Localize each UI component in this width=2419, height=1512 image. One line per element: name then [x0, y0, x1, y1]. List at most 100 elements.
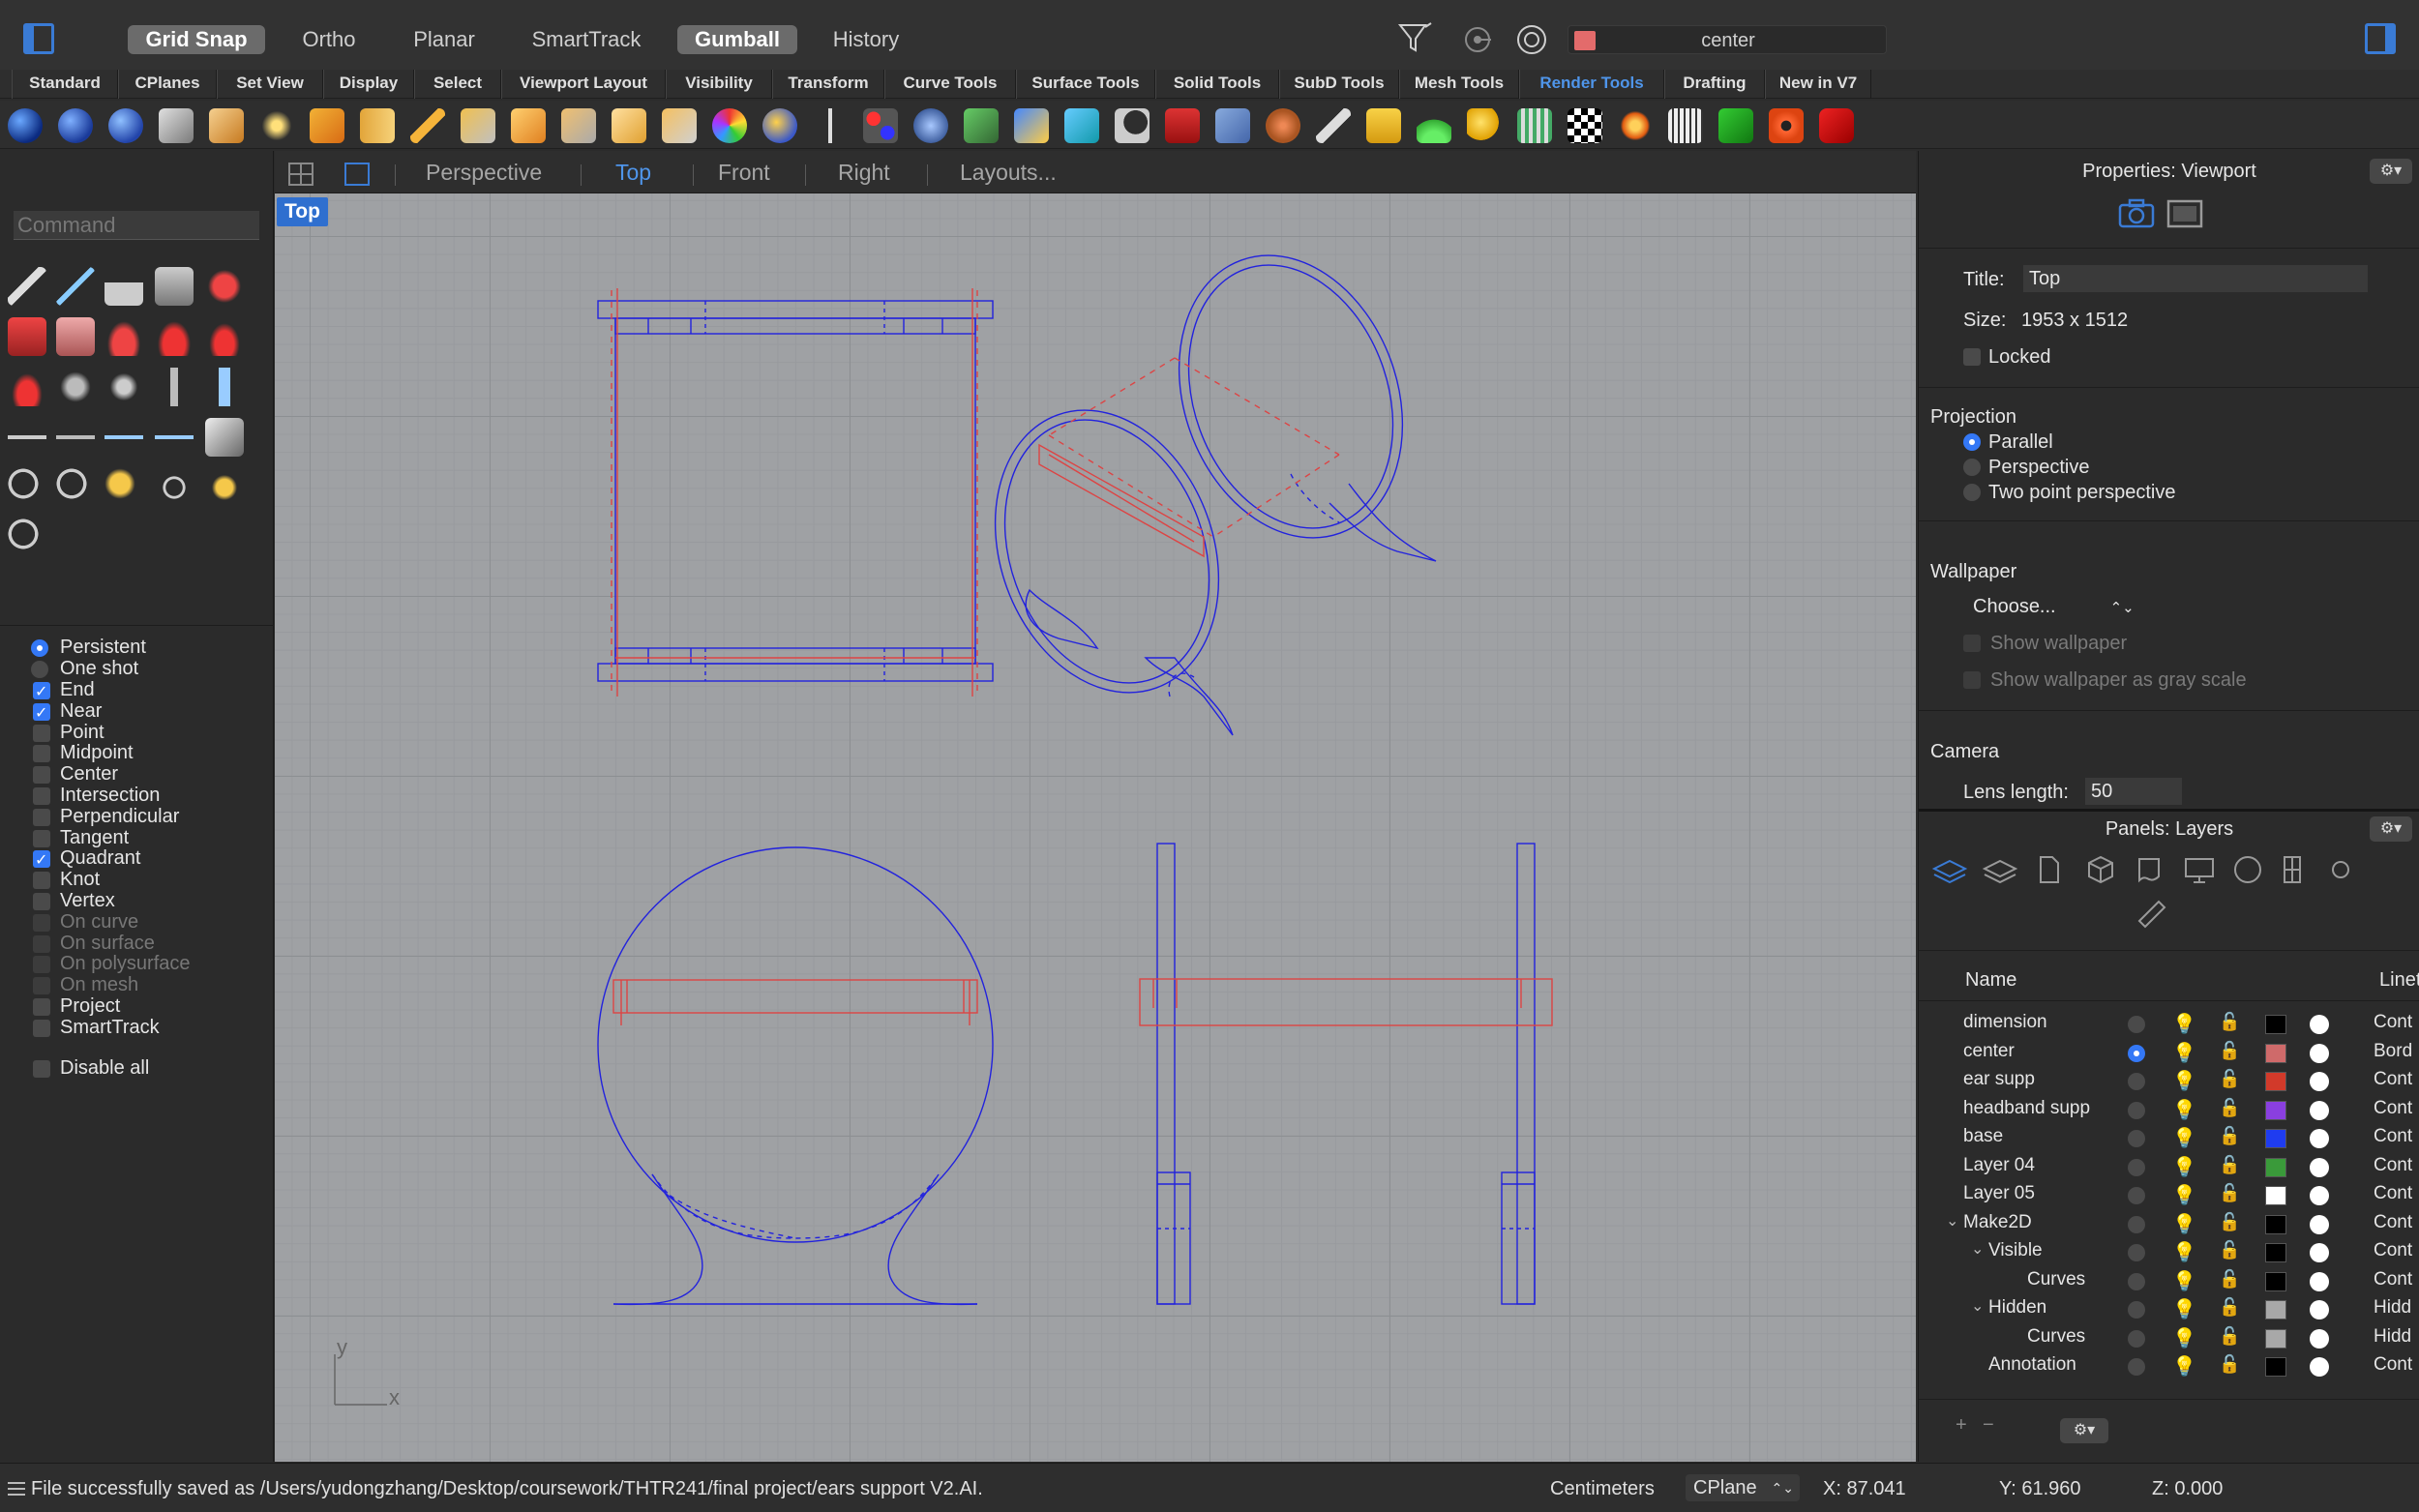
moon-icon[interactable] [1115, 108, 1150, 143]
wallpaper-choose-dropdown[interactable]: Choose... ⌃⌄ [1973, 596, 2135, 618]
materials-icon[interactable] [762, 108, 797, 143]
arrow-up-icon[interactable] [813, 108, 848, 143]
lens-length-field[interactable] [2085, 778, 2182, 805]
material-swatch-icon[interactable] [2310, 1300, 2329, 1319]
zoom-2d-icon[interactable] [105, 368, 143, 406]
lightbulb-icon[interactable]: 💡 [2172, 1098, 2196, 1122]
directional-light-icon[interactable] [310, 108, 344, 143]
lightbulb-icon[interactable]: 💡 [2172, 1126, 2196, 1150]
layer-name[interactable]: Annotation [1988, 1354, 2076, 1376]
unlock-icon[interactable]: 🔓 [2219, 1155, 2240, 1175]
drawing-canvas[interactable] [275, 193, 1916, 1462]
layer-name[interactable]: headband supp [1963, 1098, 2090, 1119]
layer-name[interactable]: Visible [1988, 1240, 2043, 1261]
layer-color-swatch[interactable] [2265, 1129, 2286, 1148]
render-icon[interactable] [8, 108, 43, 143]
render-settings-icon[interactable] [1819, 108, 1854, 143]
lightbulb-icon[interactable]: 💡 [2172, 1212, 2196, 1236]
layer-color-swatch[interactable] [2265, 1100, 2286, 1120]
units-label[interactable]: Centimeters [1550, 1478, 1655, 1500]
tab-perspective[interactable]: Perspective [426, 157, 542, 188]
tab-set-view[interactable]: Set View [217, 70, 323, 99]
current-layer-radio[interactable] [2128, 1215, 2145, 1233]
current-layer-radio[interactable] [2128, 1073, 2145, 1090]
unlock-icon[interactable]: 🔓 [2219, 1183, 2240, 1203]
texture-mapping-icon[interactable] [863, 108, 898, 143]
show-wallpaper-checkbox[interactable]: Show wallpaper [1963, 633, 2127, 655]
decal-icon[interactable] [913, 108, 948, 143]
layer-color-swatch[interactable] [2265, 1328, 2286, 1349]
zoom-window-icon[interactable] [56, 468, 95, 507]
light-aim-icon[interactable] [561, 108, 596, 143]
lightbulb-icon[interactable]: 💡 [2172, 1326, 2196, 1350]
render-preview-icon[interactable] [58, 108, 93, 143]
tab-mesh-tools[interactable]: Mesh Tools [1399, 70, 1519, 99]
red-car-back-icon[interactable] [205, 317, 244, 356]
layer-color-swatch[interactable] [2265, 1357, 2286, 1377]
four-viewports-icon[interactable] [288, 163, 314, 186]
show-wallpaper-gray-checkbox[interactable]: Show wallpaper as gray scale [1963, 669, 2247, 692]
unlock-icon[interactable]: 🔓 [2219, 1069, 2240, 1089]
red-car-icon[interactable] [205, 267, 244, 306]
layer-row[interactable]: ear supp 💡 🔓 Cont [1919, 1067, 2419, 1095]
render-in-window-icon[interactable] [159, 108, 194, 143]
material-swatch-icon[interactable] [2310, 1328, 2329, 1349]
layer-row[interactable]: ⌄ Visible 💡 🔓 Cont [1919, 1238, 2419, 1266]
ground-plane-icon[interactable] [1417, 108, 1451, 143]
tab-curve-tools[interactable]: Curve Tools [884, 70, 1016, 99]
properties-gear-icon[interactable]: ⚙▾ [2370, 159, 2412, 184]
lightbulb-icon[interactable]: 💡 [2172, 1240, 2196, 1264]
box-mapping-icon[interactable] [964, 108, 999, 143]
projection-parallel-radio[interactable]: Parallel [1963, 431, 2053, 454]
spotlight-icon[interactable] [209, 108, 244, 143]
projection-perspective-radio[interactable]: Perspective [1963, 457, 2090, 479]
current-layer-radio[interactable] [2128, 1187, 2145, 1204]
lightbulb-icon[interactable]: 💡 [2172, 1269, 2196, 1293]
tab-transform[interactable]: Transform [772, 70, 884, 99]
tab-render-tools[interactable]: Render Tools [1519, 70, 1664, 99]
texture-icon[interactable] [1165, 108, 1200, 143]
unlock-icon[interactable]: 🔓 [2219, 1041, 2240, 1061]
current-layer-radio[interactable] [2128, 1158, 2145, 1176]
current-layer-dropdown[interactable]: center [1568, 25, 1887, 54]
select-pointer-icon[interactable] [8, 267, 46, 306]
zoom-selected-icon[interactable] [105, 468, 143, 507]
current-layer-radio[interactable] [2128, 1244, 2145, 1261]
layer-row[interactable]: Layer 04 💡 🔓 Cont [1919, 1153, 2419, 1181]
lens-flare-icon[interactable] [1618, 108, 1653, 143]
smarttrack-toggle[interactable]: SmartTrack [519, 25, 654, 54]
red-car-front-icon[interactable] [155, 317, 194, 356]
zoom-extents-icon[interactable] [8, 519, 46, 557]
ortho-toggle[interactable]: Ortho [290, 25, 368, 54]
grid-snap-toggle[interactable]: Grid Snap [128, 25, 265, 54]
cube-icon[interactable] [205, 418, 244, 457]
unlock-icon[interactable]: 🔓 [2219, 1269, 2240, 1290]
unlock-icon[interactable]: 🔓 [2219, 1354, 2240, 1375]
history-toggle[interactable]: History [821, 25, 911, 54]
plane-icon[interactable] [155, 368, 194, 406]
render-window-icon[interactable] [108, 108, 143, 143]
chevron-down-icon[interactable]: ⌄ [1971, 1296, 1984, 1316]
tab-cplanes[interactable]: CPlanes [118, 70, 217, 99]
current-layer-radio[interactable] [2128, 1130, 2145, 1147]
lightbulb-icon[interactable]: 💡 [2172, 1041, 2196, 1065]
unlock-icon[interactable]: 🔓 [2219, 1098, 2240, 1118]
selection-filter-icon[interactable] [1396, 21, 1435, 56]
red-bus-icon[interactable] [8, 317, 46, 356]
plane-blue-icon[interactable] [105, 418, 143, 457]
zoom-car-icon[interactable] [56, 368, 95, 406]
layer-color-swatch[interactable] [2265, 1043, 2286, 1063]
unlock-icon[interactable]: 🔓 [2219, 1012, 2240, 1032]
layer-row[interactable]: ⌄ Make2D 💡 🔓 Cont [1919, 1210, 2419, 1238]
linear-light-icon[interactable] [410, 108, 445, 143]
play-icon[interactable] [1718, 108, 1753, 143]
lightbulb-icon[interactable]: 💡 [2172, 1183, 2196, 1207]
printer-icon[interactable] [155, 267, 194, 306]
material-swatch-icon[interactable] [2310, 1214, 2329, 1234]
layer-name[interactable]: Curves [2027, 1326, 2085, 1348]
planar-toggle[interactable]: Planar [401, 25, 488, 54]
layer-color-swatch[interactable] [2265, 1271, 2286, 1291]
current-layer-radio[interactable] [2128, 1272, 2145, 1290]
lightbulb-icon[interactable]: 💡 [2172, 1354, 2196, 1379]
layer-color-swatch[interactable] [2265, 1015, 2286, 1034]
